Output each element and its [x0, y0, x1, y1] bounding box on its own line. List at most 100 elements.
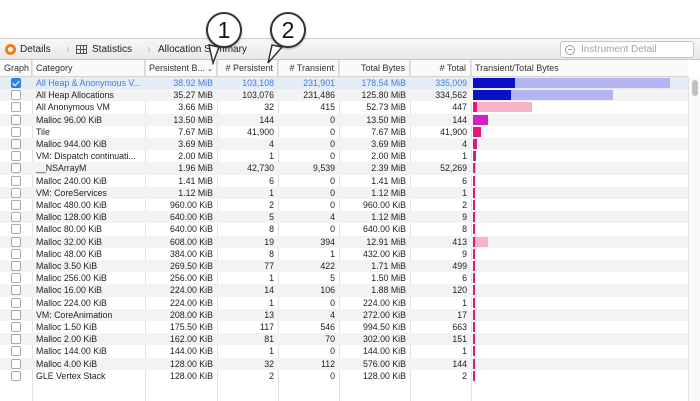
- graph-checkbox[interactable]: [11, 309, 21, 320]
- table-row[interactable]: VM: CoreServices 1.12 MiB 1 0 1.12 MiB 1: [0, 186, 688, 199]
- cell-total-bytes: 1.12 MiB: [371, 212, 406, 223]
- cell-num-persistent: 14: [264, 285, 274, 296]
- table-row[interactable]: Malloc 2.00 KiB 162.00 KiB 81 70 302.00 KiB 1…: [0, 333, 688, 346]
- cell-num-persistent: 1: [269, 346, 274, 357]
- table-row[interactable]: Malloc 240.00 KiB 1.41 MiB 6 0 1.41 MiB 6: [0, 175, 688, 187]
- graph-checkbox[interactable]: [11, 175, 21, 186]
- cell-num-total: 1: [462, 151, 467, 162]
- graph-checkbox[interactable]: [11, 126, 21, 137]
- cell-num-persistent: 81: [264, 334, 274, 345]
- transient-bar: [473, 236, 488, 247]
- chevron-right-icon: ›: [147, 42, 151, 56]
- col-graph[interactable]: Graph: [0, 60, 32, 77]
- graph-checkbox[interactable]: [11, 90, 21, 101]
- persistent-bar: [473, 334, 475, 345]
- crumb-details-label: Details: [20, 44, 51, 55]
- table-row[interactable]: VM: CoreAnimation 208.00 KiB 13 4 272.00 KiB…: [0, 308, 688, 321]
- table-row[interactable]: Malloc 224.00 KiB 224.00 KiB 1 0 224.00 KiB 1: [0, 297, 688, 309]
- graph-checkbox[interactable]: [11, 370, 21, 381]
- graph-checkbox[interactable]: [11, 358, 21, 369]
- graph-checkbox[interactable]: [11, 102, 21, 113]
- graph-checkbox[interactable]: [11, 297, 21, 308]
- crumb-statistics-label: Statistics: [92, 44, 133, 55]
- cell-total-bytes: 178.54 MiB: [361, 78, 407, 88]
- table-row[interactable]: Malloc 80.00 KiB 640.00 KiB 8 0 640.00 KiB 8: [0, 223, 688, 235]
- graph-checkbox[interactable]: [11, 151, 21, 162]
- table-row[interactable]: Malloc 1.50 KiB 175.50 KiB 117 546 994.50 Ki…: [0, 321, 688, 333]
- col-num-total[interactable]: # Total: [410, 60, 471, 77]
- search-input[interactable]: [581, 44, 691, 55]
- graph-checkbox[interactable]: [11, 273, 21, 284]
- table-row[interactable]: VM: Dispatch continuati... 2.00 MiB 1 0 2.00…: [0, 150, 688, 162]
- cell-persistent-bytes: 128.00 KiB: [169, 358, 213, 369]
- table-row[interactable]: Malloc 256.00 KiB 256.00 KiB 1 5 1.50 MiB 6: [0, 272, 688, 284]
- cell-num-persistent: 1: [269, 297, 274, 308]
- cell-num-persistent: 32: [264, 102, 274, 113]
- table-row[interactable]: GLE Vertex Stack 128.00 KiB 2 0 128.00 KiB 2: [0, 370, 688, 382]
- cell-total-bytes: 144.00 KiB: [362, 346, 406, 357]
- table-row[interactable]: Malloc 16.00 KiB 224.00 KiB 14 106 1.88 MiB 1…: [0, 284, 688, 297]
- graph-checkbox[interactable]: [11, 248, 21, 259]
- graph-checkbox[interactable]: [11, 346, 21, 357]
- persistent-bar: [473, 163, 476, 174]
- instrument-detail-search[interactable]: [560, 41, 694, 58]
- table-row[interactable]: Malloc 3.50 KiB 269.50 KiB 77 422 1.71 MiB 49…: [0, 260, 688, 273]
- table-row[interactable]: __NSArrayM 1.96 MiB 42,730 9,539 2.39 MiB 52,…: [0, 162, 688, 175]
- table-row[interactable]: Malloc 128.00 KiB 640.00 KiB 5 4 1.12 MiB 9: [0, 211, 688, 224]
- cell-total-bytes: 640.00 KiB: [362, 224, 406, 235]
- cell-num-total: 335,009: [435, 78, 467, 88]
- cell-category: Malloc 240.00 KiB: [36, 175, 107, 186]
- cell-category: Malloc 480.00 KiB: [36, 200, 107, 210]
- persistent-bar: [473, 78, 516, 88]
- cell-category: Malloc 144.00 KiB: [36, 346, 107, 357]
- table-row[interactable]: All Anonymous VM 3.66 MiB 32 415 52.73 MiB 44…: [0, 101, 688, 113]
- col-total-bytes[interactable]: Total Bytes: [339, 60, 410, 77]
- cell-num-persistent: 103,076: [242, 90, 274, 101]
- cell-num-total: 2: [462, 200, 467, 210]
- graph-checkbox[interactable]: [11, 285, 21, 296]
- table-row[interactable]: Malloc 480.00 KiB 960.00 KiB 2 0 960.00 KiB 2: [0, 199, 688, 211]
- graph-checkbox[interactable]: [11, 114, 21, 125]
- col-category[interactable]: Category: [32, 60, 145, 77]
- vertical-scrollbar[interactable]: [688, 77, 700, 401]
- persistent-bar: [473, 126, 482, 137]
- table-row[interactable]: Malloc 944.00 KiB 3.69 MiB 4 0 3.69 MiB 4: [0, 138, 688, 151]
- table-row[interactable]: All Heap Allocations 35.27 MiB 103,076 231,…: [0, 89, 688, 102]
- graph-checkbox[interactable]: [11, 78, 21, 88]
- persistent-bar: [473, 309, 475, 320]
- table-row[interactable]: Tile 7.67 MiB 41,900 0 7.67 MiB 41,900: [0, 126, 688, 138]
- graph-checkbox[interactable]: [11, 139, 21, 149]
- cell-persistent-bytes: 269.50 KiB: [169, 261, 213, 271]
- col-total-bytes-label: Total Bytes: [360, 63, 405, 73]
- cell-persistent-bytes: 384.00 KiB: [169, 248, 213, 259]
- table-row[interactable]: All Heap & Anonymous V... 38.92 MiB 103,10…: [0, 77, 688, 90]
- graph-checkbox[interactable]: [11, 200, 21, 210]
- crumb-details[interactable]: Details: [5, 39, 51, 60]
- cell-total-bytes: 1.50 MiB: [371, 273, 406, 284]
- table-row[interactable]: Malloc 32.00 KiB 608.00 KiB 19 394 12.91 MiB…: [0, 235, 688, 248]
- cell-num-persistent: 1: [269, 273, 274, 284]
- persistent-bar: [473, 175, 475, 186]
- cell-total-bytes: 302.00 KiB: [362, 334, 406, 345]
- table-row[interactable]: Malloc 48.00 KiB 384.00 KiB 8 1 432.00 KiB 9: [0, 248, 688, 260]
- graph-checkbox[interactable]: [11, 212, 21, 223]
- graph-checkbox[interactable]: [11, 224, 21, 235]
- persistent-bar: [473, 102, 478, 113]
- table-row[interactable]: Malloc 96.00 KiB 13.50 MiB 144 0 13.50 MiB 14…: [0, 113, 688, 126]
- table-row[interactable]: Malloc 144.00 KiB 144.00 KiB 1 0 144.00 KiB 1: [0, 345, 688, 357]
- cell-persistent-bytes: 640.00 KiB: [169, 212, 213, 223]
- table-row[interactable]: Malloc 4.00 KiB 128.00 KiB 32 112 576.00 KiB…: [0, 357, 688, 370]
- cell-num-transient: 0: [330, 139, 335, 149]
- graph-checkbox[interactable]: [11, 163, 21, 174]
- scrollbar-thumb[interactable]: [692, 80, 698, 96]
- col-transient-total-bytes[interactable]: Transient/Total Bytes: [471, 60, 688, 77]
- graph-checkbox[interactable]: [11, 334, 21, 345]
- cell-num-total: 499: [452, 261, 467, 271]
- cell-num-total: 1: [462, 297, 467, 308]
- graph-checkbox[interactable]: [11, 261, 21, 271]
- graph-checkbox[interactable]: [11, 236, 21, 247]
- graph-checkbox[interactable]: [11, 187, 21, 198]
- graph-checkbox[interactable]: [11, 322, 21, 332]
- crumb-statistics[interactable]: Statistics: [76, 39, 132, 60]
- cell-num-transient: 4: [330, 309, 335, 320]
